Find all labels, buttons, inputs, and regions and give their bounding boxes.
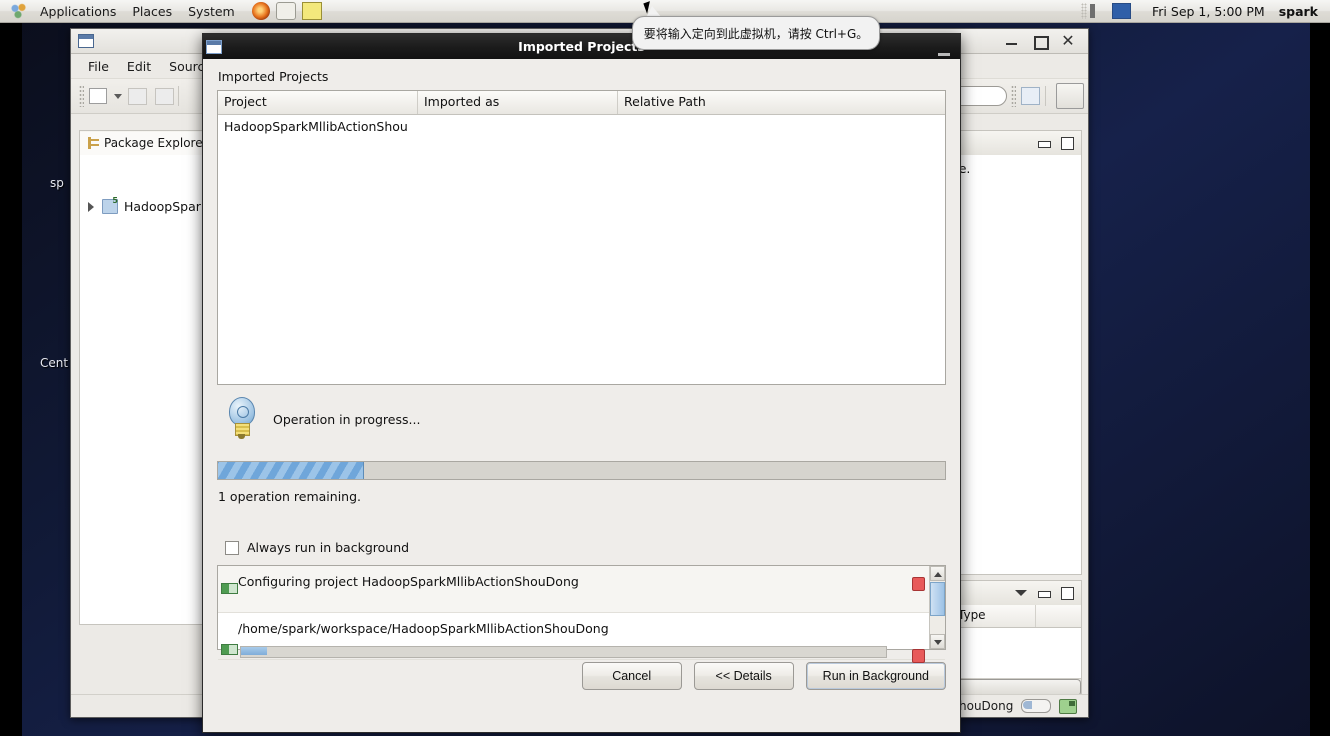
trash-icon[interactable] — [1059, 698, 1078, 714]
menu-places[interactable]: Places — [124, 2, 180, 21]
minimize-icon[interactable] — [1004, 33, 1020, 49]
print-icon — [155, 87, 174, 105]
applications-icon[interactable] — [9, 2, 29, 20]
maximize-icon[interactable] — [1060, 136, 1074, 150]
minimize-icon[interactable] — [938, 53, 950, 56]
inline-progress-bar — [240, 646, 887, 658]
table-header[interactable]: Project Imported as Relative Path — [218, 91, 945, 115]
desktop-icon-1[interactable]: Cent — [40, 356, 68, 370]
eclipse-window-controls[interactable]: ✕ — [1004, 33, 1084, 50]
task-progress-icon — [221, 644, 238, 655]
maximize-icon[interactable] — [1032, 33, 1049, 50]
stop-icon[interactable] — [912, 649, 925, 663]
progress-bar-fill — [218, 462, 365, 479]
task-progress-icon — [221, 583, 238, 594]
details-panel[interactable]: Configuring project HadoopSparkMllibActi… — [217, 565, 946, 663]
maximize-icon[interactable] — [1060, 586, 1074, 600]
tooltip-text: 要将输入定向到此虚拟机，请按 Ctrl+G。 — [643, 26, 869, 41]
tab-package-explorer[interactable]: Package Explore — [80, 131, 212, 155]
clock[interactable]: Fri Sep 1, 5:00 PM — [1152, 4, 1265, 19]
network-icon[interactable] — [1112, 3, 1132, 19]
text-editor-icon[interactable] — [301, 2, 322, 20]
close-icon[interactable]: ✕ — [1060, 33, 1076, 49]
tree-item-label: HadoopSpark — [124, 199, 209, 214]
dialog-body: Imported Projects Project Imported as Re… — [203, 59, 960, 732]
heap-monitor-icon[interactable] — [1021, 699, 1052, 713]
always-run-in-background-label: Always run in background — [247, 540, 410, 555]
desktop-letterbox-right — [1310, 22, 1330, 736]
new-file-icon[interactable] — [89, 88, 107, 104]
cancel-button[interactable]: Cancel — [581, 662, 682, 690]
java-project-icon — [102, 196, 118, 214]
table-row[interactable]: HadoopSparkMllibActionShou — [218, 115, 945, 138]
always-run-in-background-row[interactable]: Always run in background — [217, 504, 946, 555]
user-menu[interactable]: spark — [1279, 4, 1318, 19]
details-scrollbar[interactable] — [929, 566, 945, 649]
details-button[interactable]: << Details — [693, 662, 794, 690]
chevron-down-icon[interactable] — [114, 93, 122, 99]
always-run-in-background-checkbox[interactable] — [225, 540, 239, 555]
volume-icon[interactable] — [1090, 4, 1107, 18]
column-header-imported-as[interactable]: Imported as — [418, 91, 618, 114]
scroll-right-icon[interactable] — [947, 679, 1081, 694]
java-perspective-icon[interactable] — [1056, 83, 1084, 109]
package-explorer-icon — [88, 137, 99, 149]
operation-status-row: Operation in progress... — [217, 385, 946, 447]
toolbar-grip-2[interactable] — [1011, 85, 1016, 107]
desktop-icon-label: sp — [50, 176, 64, 190]
column-header-project[interactable]: Project — [218, 91, 418, 114]
cell-project: HadoopSparkMllibActionShou — [224, 119, 408, 134]
section-label: Imported Projects — [218, 69, 329, 84]
scrollbar-thumb[interactable] — [930, 582, 945, 616]
firefox-icon[interactable] — [251, 2, 270, 20]
details-row-text: Configuring project HadoopSparkMllibActi… — [238, 574, 579, 589]
status-text: houDong — [959, 699, 1014, 713]
imported-projects-dialog[interactable]: Imported Projects Imported Projects Proj… — [202, 33, 961, 733]
problems-view-actions[interactable] — [1014, 586, 1081, 600]
scroll-down-icon[interactable] — [930, 634, 945, 649]
column-header-relative-path[interactable]: Relative Path — [618, 91, 935, 114]
minimize-icon[interactable] — [1037, 136, 1051, 150]
menu-edit[interactable]: Edit — [118, 56, 160, 77]
run-in-background-button[interactable]: Run in Background — [805, 662, 946, 690]
outline-view-actions[interactable] — [1037, 136, 1081, 150]
imported-projects-table[interactable]: Project Imported as Relative Path Hadoop… — [217, 90, 946, 385]
panel-grip[interactable] — [1081, 3, 1088, 19]
desktop-letterbox-left — [0, 22, 22, 736]
toolbar-grip[interactable] — [79, 85, 84, 107]
progress-bar — [217, 461, 946, 480]
operation-text: Operation in progress... — [273, 411, 421, 427]
tab-label: Package Explore — [104, 136, 203, 150]
menu-system[interactable]: System — [180, 2, 243, 21]
menu-file[interactable]: File — [79, 56, 118, 77]
save-icon — [128, 87, 147, 105]
lightbulb-icon — [223, 397, 259, 441]
minimize-icon[interactable] — [1037, 586, 1051, 600]
stop-icon[interactable] — [912, 577, 925, 591]
menu-applications[interactable]: Applications — [32, 2, 124, 21]
details-row[interactable]: Configuring project HadoopSparkMllibActi… — [218, 566, 945, 613]
vm-input-tooltip: 要将输入定向到此虚拟机，请按 Ctrl+G。 — [632, 16, 880, 50]
desktop-icon-label: Cent — [40, 356, 69, 370]
column-header-type[interactable]: Type — [951, 605, 1036, 627]
toolbar-separator-2 — [1045, 86, 1046, 106]
scroll-up-icon[interactable] — [930, 566, 945, 581]
details-row-text: /home/spark/workspace/HadoopSparkMllibAc… — [238, 621, 609, 636]
open-perspective-icon[interactable] — [1021, 87, 1040, 105]
desktop-icon-0[interactable]: sp — [50, 176, 64, 190]
window-icon — [78, 34, 94, 48]
operations-remaining-text: 1 operation remaining. — [218, 489, 362, 504]
help-icon[interactable] — [275, 2, 296, 20]
toolbar-separator — [178, 86, 179, 106]
chevron-right-icon[interactable] — [86, 201, 96, 212]
view-menu-icon[interactable] — [1014, 586, 1028, 600]
details-row[interactable]: /home/spark/workspace/HadoopSparkMllibAc… — [218, 613, 945, 663]
